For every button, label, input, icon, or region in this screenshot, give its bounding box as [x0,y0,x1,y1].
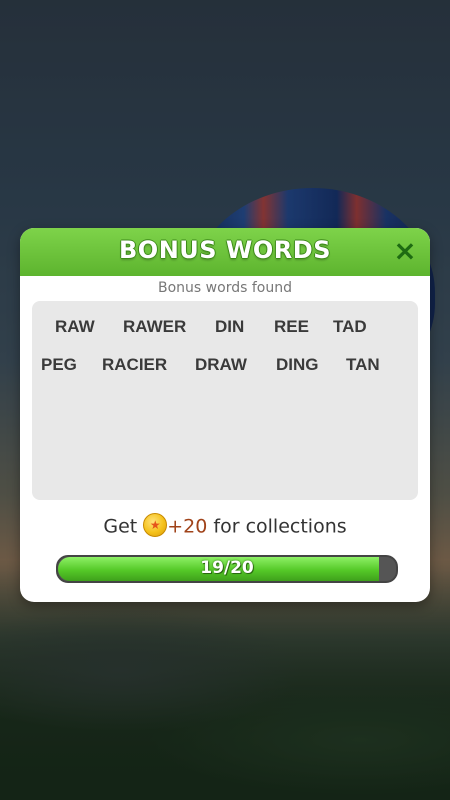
bonus-words-subtitle: Bonus words found [158,280,292,296]
reward-suffix: for collections [213,515,347,538]
bonus-word: RAWER [123,317,187,336]
dialog-title: BONUS WORDS [119,236,331,264]
bonus-word: DING [276,355,319,374]
collection-progress-bar: 19/20 [56,555,398,583]
bonus-word: DIN [215,317,245,336]
bonus-word: RACIER [102,355,168,374]
bonus-word: DRAW [195,355,247,374]
bonus-word: REE [274,317,309,336]
coin-icon: ★ [143,513,168,537]
bonus-word: TAN [346,355,380,374]
dialog-header: BONUS WORDS × [20,228,430,276]
bonus-word: PEG [41,355,77,374]
reward-line: Get ★ +20 for collections [20,513,430,539]
reward-amount: +20 [167,515,208,538]
reward-prefix: Get [103,515,138,538]
close-icon: × [393,234,417,267]
bonus-words-dialog: BONUS WORDS × Bonus words found RAW RAWE… [20,228,430,602]
bonus-word: RAW [55,317,95,336]
bonus-word: TAD [333,317,367,336]
progress-label: 19/20 [200,558,254,578]
bonus-words-list: RAW RAWER DIN REE TAD PEG RACIER DRAW DI… [32,301,418,500]
close-button[interactable]: × [390,236,420,266]
